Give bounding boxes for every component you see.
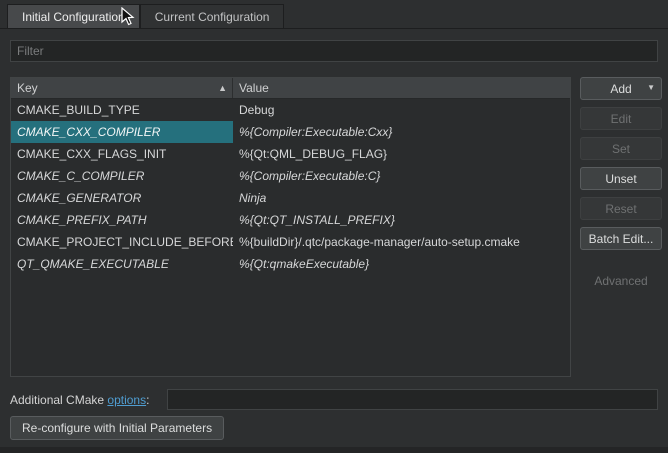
additional-cmake-options-input[interactable] [167, 389, 658, 410]
dropdown-arrow-icon: ▼ [647, 83, 655, 92]
button-label: Unset [605, 172, 636, 186]
table-row[interactable]: CMAKE_PROJECT_INCLUDE_BEFORE%{buildDir}/… [11, 231, 570, 253]
reset-button[interactable]: Reset [580, 197, 662, 220]
button-label: Edit [611, 112, 632, 126]
button-label: Advanced [594, 274, 647, 288]
key-cell[interactable]: CMAKE_GENERATOR [11, 187, 233, 209]
unset-button[interactable]: Unset [580, 167, 662, 190]
value-cell[interactable]: %{Qt:QT_INSTALL_PREFIX} [233, 209, 570, 231]
value-cell[interactable]: %{Qt:QML_DEBUG_FLAG} [233, 143, 570, 165]
value-cell[interactable]: %{Compiler:Executable:C} [233, 165, 570, 187]
configuration-tabbar: Initial Configuration Current Configurat… [7, 4, 284, 28]
reconfigure-button[interactable]: Re-configure with Initial Parameters [10, 416, 224, 440]
button-label: Reset [605, 202, 636, 216]
table-row[interactable]: CMAKE_CXX_FLAGS_INIT%{Qt:QML_DEBUG_FLAG} [11, 143, 570, 165]
key-cell[interactable]: CMAKE_CXX_COMPILER [11, 121, 233, 143]
panel-bottom-edge [0, 447, 668, 453]
table-row[interactable]: QT_QMAKE_EXECUTABLE%{Qt:qmakeExecutable} [11, 253, 570, 275]
button-label: Batch Edit... [589, 232, 654, 246]
column-header-key[interactable]: Key ▲ [11, 78, 233, 98]
value-cell[interactable]: %{Qt:qmakeExecutable} [233, 253, 570, 275]
sort-ascending-icon: ▲ [218, 78, 227, 98]
table-row[interactable]: CMAKE_BUILD_TYPEDebug [11, 99, 570, 121]
value-cell[interactable]: %{Compiler:Executable:Cxx} [233, 121, 570, 143]
table-row[interactable]: CMAKE_CXX_COMPILER%{Compiler:Executable:… [11, 121, 570, 143]
cmake-configuration-panel: Initial Configuration Current Configurat… [0, 0, 668, 453]
additional-cmake-options-label: Additional CMake options: [10, 393, 149, 407]
key-cell[interactable]: CMAKE_PREFIX_PATH [11, 209, 233, 231]
key-cell[interactable]: CMAKE_BUILD_TYPE [11, 99, 233, 121]
value-cell[interactable]: %{buildDir}/.qtc/package-manager/auto-se… [233, 231, 570, 253]
button-label: Set [612, 142, 630, 156]
tab-initial-configuration[interactable]: Initial Configuration [7, 4, 140, 28]
label-suffix: : [146, 393, 149, 407]
column-header-key-label: Key [17, 81, 38, 95]
column-header-value-label: Value [239, 81, 269, 95]
value-cell[interactable]: Debug [233, 99, 570, 121]
key-cell[interactable]: CMAKE_CXX_FLAGS_INIT [11, 143, 233, 165]
value-cell[interactable]: Ninja [233, 187, 570, 209]
add-button[interactable]: Add ▼ [580, 77, 662, 100]
config-table: Key ▲ Value CMAKE_BUILD_TYPEDebugCMAKE_C… [10, 77, 571, 377]
button-label: Add [610, 82, 631, 96]
config-table-header: Key ▲ Value [11, 78, 570, 99]
tabbar-divider [0, 28, 668, 29]
key-cell[interactable]: CMAKE_PROJECT_INCLUDE_BEFORE [11, 231, 233, 253]
table-row[interactable]: CMAKE_PREFIX_PATH%{Qt:QT_INSTALL_PREFIX} [11, 209, 570, 231]
options-link[interactable]: options [107, 393, 146, 407]
table-row[interactable]: CMAKE_GENERATORNinja [11, 187, 570, 209]
batch-edit-button[interactable]: Batch Edit... [580, 227, 662, 250]
config-table-body: CMAKE_BUILD_TYPEDebugCMAKE_CXX_COMPILER%… [11, 99, 570, 275]
table-row[interactable]: CMAKE_C_COMPILER%{Compiler:Executable:C} [11, 165, 570, 187]
key-cell[interactable]: CMAKE_C_COMPILER [11, 165, 233, 187]
label-prefix: Additional CMake [10, 393, 107, 407]
column-header-value[interactable]: Value [233, 78, 570, 98]
tab-current-configuration[interactable]: Current Configuration [140, 4, 285, 28]
filter-input[interactable] [10, 40, 658, 62]
key-cell[interactable]: QT_QMAKE_EXECUTABLE [11, 253, 233, 275]
edit-button[interactable]: Edit [580, 107, 662, 130]
action-buttons: Add ▼ Edit Set Unset Reset Batch Edit... Advanc… [580, 77, 662, 292]
set-button[interactable]: Set [580, 137, 662, 160]
advanced-button[interactable]: Advanced [580, 269, 662, 292]
